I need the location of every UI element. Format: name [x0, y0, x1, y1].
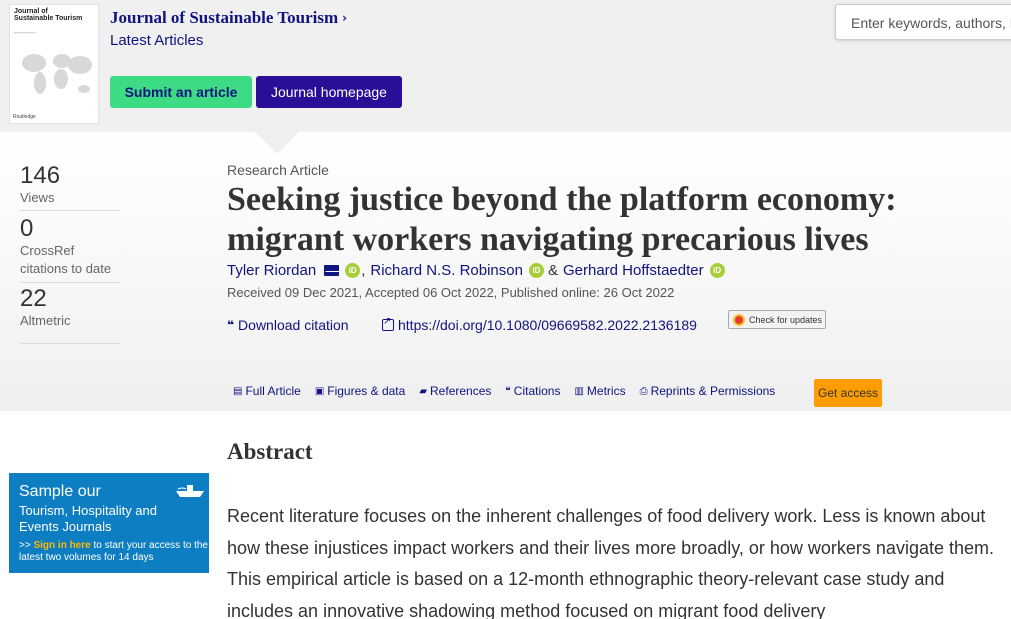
tab-label[interactable]: Citations — [514, 384, 561, 398]
divider — [20, 210, 120, 211]
full-article-icon: ▤ — [233, 385, 243, 397]
check-updates-label: Check for updates — [749, 314, 823, 325]
author-link[interactable]: Gerhard Hoffstaedter — [563, 262, 704, 279]
download-citation-label[interactable]: Download citation — [238, 317, 349, 333]
journal-cover-image[interactable]: Journal of Sustainable Tourism ━━━━━━━━━… — [9, 4, 99, 124]
divider — [20, 343, 120, 344]
article-type: Research Article — [227, 162, 329, 178]
cover-subtitle: ━━━━━━━━━━━━ — [14, 31, 36, 35]
get-access-button[interactable]: Get access — [814, 379, 882, 407]
metric-altmetric[interactable]: 22 Altmetric — [20, 285, 120, 344]
crossmark-icon — [733, 313, 745, 326]
cover-publisher: Routledge — [13, 114, 36, 120]
promo-banner[interactable]: Sample our Tourism, Hospitality and Even… — [9, 473, 209, 573]
tab-citations[interactable]: ❝ Citations — [505, 384, 560, 398]
cover-title: Journal of Sustainable Tourism — [14, 8, 83, 22]
author-link[interactable]: Tyler Riordan — [227, 262, 316, 279]
tab-label[interactable]: Metrics — [587, 384, 626, 398]
tab-references[interactable]: ▰ References — [419, 384, 491, 398]
ship-icon — [176, 485, 204, 497]
publication-dates: Received 09 Dec 2021, Accepted 06 Oct 20… — [227, 285, 675, 300]
download-citation-link[interactable]: ❝ Download citation — [227, 317, 349, 333]
metric-crossref-value: 0 — [20, 215, 34, 242]
abstract-text: Recent literature focuses on the inheren… — [227, 506, 994, 619]
external-link-icon — [382, 316, 394, 331]
check-for-updates-button[interactable]: Check for updates — [728, 310, 826, 329]
promo-heading: Sample our — [19, 483, 101, 500]
chevron-right-icon: › — [342, 11, 348, 25]
divider — [20, 282, 120, 283]
orcid-icon[interactable]: iD — [528, 263, 544, 278]
search-input[interactable]: Enter keywords, authors, DOI, ORCID etc — [835, 4, 1011, 40]
references-icon: ▰ — [419, 385, 428, 397]
print-icon: ⎙ — [639, 385, 648, 397]
article-title: Seeking justice beyond the platform econ… — [227, 181, 897, 258]
doi-link[interactable]: https://doi.org/10.1080/09669582.2022.21… — [382, 316, 697, 333]
metric-views-value: 146 — [20, 162, 61, 189]
metric-altmetric-label: Altmetric — [20, 313, 71, 328]
tab-label[interactable]: Full Article — [245, 384, 300, 398]
email-icon[interactable] — [324, 265, 340, 276]
promo-subheading: Tourism, Hospitality and Events Journals — [19, 503, 157, 534]
cover-world-map — [22, 54, 92, 94]
tab-full-article[interactable]: ▤ Full Article — [233, 384, 301, 398]
promo-cta: >> Sign in here to start your access to … — [19, 540, 209, 564]
author-separator: & — [547, 262, 558, 279]
figures-icon: ▣ — [314, 385, 325, 397]
abstract-heading: Abstract — [227, 439, 313, 464]
header-notch — [255, 132, 299, 154]
metrics-icon: ▥ — [574, 385, 584, 397]
citations-icon: ❝ — [505, 385, 511, 397]
tab-figures[interactable]: ▣ Figures & data — [315, 384, 406, 398]
journal-title-text[interactable]: Journal of Sustainable Tourism — [110, 8, 338, 28]
submit-article-button[interactable]: Submit an article — [110, 76, 252, 108]
tab-metrics[interactable]: ▥ Metrics — [574, 384, 625, 398]
article-tabs: ▤ Full Article ▣ Figures & data ▰ Refere… — [233, 384, 789, 398]
metric-views: 146 Views — [20, 162, 120, 211]
doi-label[interactable]: https://doi.org/10.1080/09669582.2022.21… — [398, 317, 697, 333]
author-list: Tyler Riordan iD , Richard N.S. Robinson… — [227, 262, 725, 279]
metric-views-label: Views — [20, 190, 55, 205]
author-separator: , — [361, 262, 366, 279]
orcid-icon[interactable]: iD — [709, 263, 725, 278]
tab-label[interactable]: References — [430, 384, 491, 398]
journal-homepage-button[interactable]: Journal homepage — [256, 76, 402, 108]
quote-icon: ❝ — [227, 318, 235, 332]
latest-articles-link[interactable]: Latest Articles — [110, 32, 203, 49]
metric-crossref: 0 CrossRef citations to date — [20, 215, 120, 283]
metric-altmetric-value: 22 — [20, 285, 47, 312]
promo-prefix: >> — [19, 540, 34, 551]
promo-sign-in-link[interactable]: Sign in here — [33, 540, 90, 551]
journal-title-link[interactable]: Journal of Sustainable Tourism › — [110, 8, 347, 28]
metric-crossref-label: CrossRef citations to date — [20, 243, 112, 276]
tab-reprints[interactable]: ⎙ Reprints & Permissions — [640, 384, 776, 398]
tab-label[interactable]: Reprints & Permissions — [651, 384, 776, 398]
tab-label[interactable]: Figures & data — [327, 384, 405, 398]
author-link[interactable]: Richard N.S. Robinson — [370, 262, 523, 279]
orcid-icon[interactable]: iD — [345, 263, 361, 278]
